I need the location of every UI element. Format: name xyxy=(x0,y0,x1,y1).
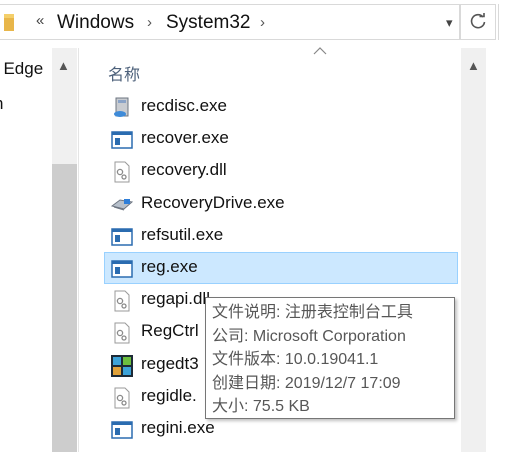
file-name: refsutil.exe xyxy=(141,224,224,244)
scroll-up-icon[interactable]: ▲ xyxy=(57,58,70,73)
nav-item-edge[interactable]: t Edge xyxy=(0,59,43,79)
regedit-icon xyxy=(111,354,133,377)
file-name: regapi.dll xyxy=(141,289,210,309)
file-row[interactable]: recdisc.exe xyxy=(104,91,458,123)
refresh-icon xyxy=(470,13,486,29)
file-name: recovery.dll xyxy=(141,160,227,180)
breadcrumb-separator-icon[interactable]: › xyxy=(260,14,265,31)
file-row[interactable]: recover.exe xyxy=(104,123,458,155)
console-exe-icon xyxy=(111,419,133,441)
pane-divider[interactable] xyxy=(78,48,79,452)
file-name: reg.exe xyxy=(141,257,198,276)
console-exe-icon xyxy=(111,226,133,248)
file-row[interactable]: RecoveryDrive.exe xyxy=(104,188,458,220)
file-list-scrollbar[interactable]: ▲ xyxy=(461,48,486,452)
file-name: RegCtrl xyxy=(141,321,199,341)
console-exe-icon xyxy=(111,129,133,151)
column-header-name[interactable]: 名称 xyxy=(108,61,140,85)
dll-gear-icon xyxy=(111,290,133,312)
tooltip-created-date: 创建日期: 2019/12/7 17:09 xyxy=(212,374,401,392)
tooltip-size: 大小: 75.5 KB xyxy=(212,398,310,415)
file-name: regedt3 xyxy=(141,353,199,373)
file-name: RecoveryDrive.exe xyxy=(141,192,285,212)
tooltip-company: 公司: Microsoft Corporation xyxy=(212,327,406,345)
tooltip-file-version: 文件版本: 10.0.19041.1 xyxy=(212,351,379,368)
file-row[interactable]: refsutil.exe xyxy=(104,220,458,252)
breadcrumb-separator-icon[interactable]: › xyxy=(147,14,152,31)
file-name: regidle. xyxy=(141,385,197,405)
dll-gear-icon xyxy=(111,387,133,409)
file-row-selected[interactable]: reg.exe xyxy=(104,252,458,284)
recdisc-exe-icon xyxy=(111,97,133,119)
scrollbar-thumb[interactable] xyxy=(52,164,77,452)
refresh-button[interactable] xyxy=(460,4,496,40)
overflow-chevron-icon[interactable]: « xyxy=(36,12,44,29)
file-name: regini.exe xyxy=(141,418,215,437)
search-box-edge[interactable] xyxy=(498,4,506,40)
address-bar[interactable]: « Windows › System32 › ▾ xyxy=(0,4,460,40)
recovery-drive-icon xyxy=(110,194,134,216)
scroll-up-icon[interactable]: ▲ xyxy=(467,58,480,73)
console-exe-icon xyxy=(111,258,133,280)
file-row[interactable]: recovery.dll xyxy=(104,155,458,187)
dll-gear-icon xyxy=(111,161,133,183)
folder-icon xyxy=(4,14,14,31)
dll-gear-icon xyxy=(111,322,133,344)
nav-item[interactable]: n xyxy=(0,94,3,114)
file-name: recdisc.exe xyxy=(141,96,227,115)
tooltip-description: 文件说明: 注册表控制台工具 xyxy=(212,304,413,321)
breadcrumb-windows[interactable]: Windows xyxy=(57,12,134,34)
sort-ascending-icon xyxy=(313,47,327,55)
breadcrumb-system32[interactable]: System32 xyxy=(166,12,250,34)
file-info-tooltip: 文件说明: 注册表控制台工具 公司: Microsoft Corporation… xyxy=(205,297,455,419)
address-dropdown-icon[interactable]: ▾ xyxy=(446,15,453,31)
nav-scrollbar[interactable]: ▲ xyxy=(52,48,77,452)
file-name: recover.exe xyxy=(141,128,229,148)
